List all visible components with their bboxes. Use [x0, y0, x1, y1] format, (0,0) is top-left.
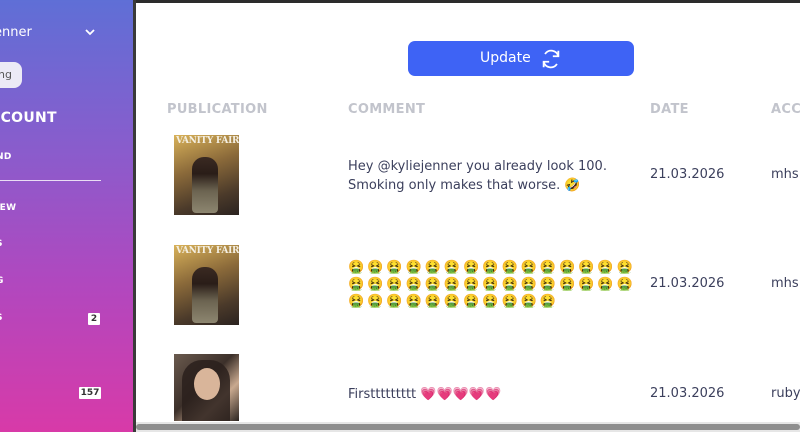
main-content: Update PUBLICATION COMMENT DATE ACCO VAN… — [136, 3, 800, 421]
date-cell: 21.03.2026 — [650, 167, 725, 182]
sidebar-item-4[interactable]: G — [0, 276, 4, 286]
comment-emojis: 🤮🤮🤮🤮🤮🤮🤮🤮🤮🤮🤮🤮🤮🤮🤮🤮🤮🤮🤮🤮🤮🤮🤮🤮🤮🤮🤮🤮🤮🤮🤮🤮🤮🤮🤮🤮🤮🤮🤮🤮… — [348, 260, 636, 309]
sidebar-item-1[interactable]: ND — [0, 152, 12, 162]
sidebar-item-2[interactable]: IEW — [0, 203, 16, 213]
column-header-publication[interactable]: PUBLICATION — [167, 102, 268, 117]
sidebar-item-3[interactable]: S — [0, 239, 3, 249]
update-button[interactable]: Update — [408, 41, 634, 76]
account-cell[interactable]: ruby — [771, 386, 800, 401]
sidebar-divider — [0, 180, 101, 181]
column-header-account[interactable]: ACCO — [771, 102, 800, 117]
sidebar: enner ng CCOUNT ND IEW S G S 2 157 — [0, 0, 133, 432]
sidebar-pill-button[interactable]: ng — [0, 62, 22, 88]
publication-thumbnail[interactable] — [174, 354, 239, 421]
publication-thumbnail[interactable]: VANITY FAIR — [174, 135, 239, 215]
publication-thumbnail[interactable]: VANITY FAIR — [174, 245, 239, 325]
refresh-icon — [542, 49, 560, 69]
notification-badge: 2 — [88, 313, 100, 325]
comment-text: Firsttttttttt 💗💗💗💗💗 — [348, 387, 502, 402]
horizontal-scrollbar[interactable] — [136, 422, 800, 432]
column-header-comment[interactable]: COMMENT — [348, 102, 425, 117]
count-badge: 157 — [79, 387, 101, 399]
user-name: enner — [0, 25, 32, 40]
account-cell[interactable]: mhs — [771, 276, 799, 291]
column-header-date[interactable]: DATE — [650, 102, 689, 117]
date-cell: 21.03.2026 — [650, 276, 725, 291]
comment-text: Hey @kyliejenner you already look 100. S… — [348, 159, 607, 193]
scrollbar-thumb[interactable] — [136, 424, 800, 430]
chevron-down-icon[interactable] — [84, 26, 96, 38]
account-heading: CCOUNT — [0, 110, 57, 126]
sidebar-item-5[interactable]: S — [0, 313, 3, 323]
account-switcher[interactable]: enner — [0, 25, 32, 40]
date-cell: 21.03.2026 — [650, 386, 725, 401]
account-cell[interactable]: mhs — [771, 167, 799, 182]
